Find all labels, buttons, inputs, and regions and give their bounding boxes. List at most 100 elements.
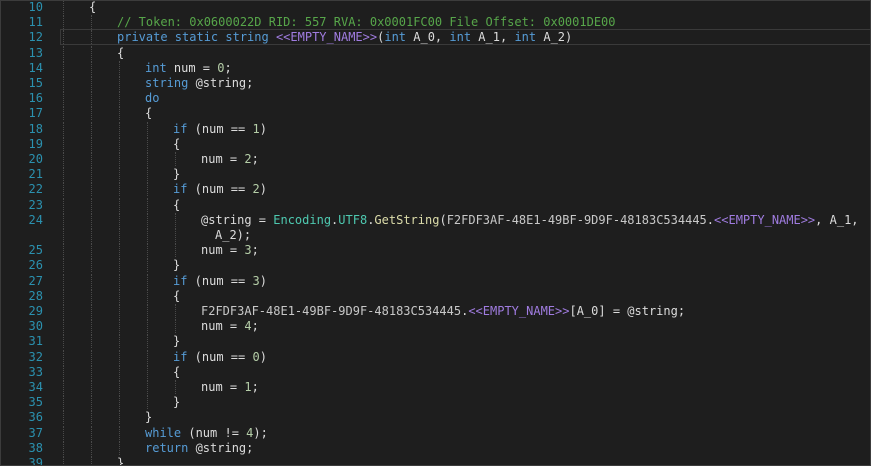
code-line[interactable]: 13 {: [1, 45, 870, 60]
code-text[interactable]: {: [61, 46, 870, 60]
code-token: {: [117, 45, 125, 60]
code-token: {: [89, 0, 97, 14]
code-text[interactable]: // Token: 0x0600022D RID: 557 RVA: 0x000…: [61, 15, 870, 29]
code-text[interactable]: }: [61, 167, 870, 181]
code-text[interactable]: num = 4;: [61, 319, 870, 333]
code-text[interactable]: if (num == 2): [61, 182, 870, 196]
code-text[interactable]: {: [61, 137, 870, 151]
code-token: A_2): [536, 30, 573, 45]
code-text[interactable]: if (num == 3): [61, 274, 870, 288]
code-token: A_0,: [406, 30, 450, 45]
code-text[interactable]: }: [61, 334, 870, 348]
code-line[interactable]: 39}: [1, 456, 870, 466]
line-number: 38: [28, 440, 43, 455]
code-token: 2: [244, 152, 252, 166]
code-line[interactable]: 23 {: [1, 197, 870, 212]
code-token: string: [145, 76, 189, 90]
code-text[interactable]: A_2);: [61, 228, 870, 242]
code-token: );: [253, 425, 268, 440]
code-text[interactable]: num = 1;: [61, 380, 870, 394]
code-text[interactable]: {: [61, 365, 870, 379]
code-line[interactable]: 10 {: [1, 0, 870, 14]
line-number: 18: [28, 121, 43, 136]
code-text[interactable]: int num = 0;: [61, 61, 870, 75]
code-token: return: [145, 440, 189, 455]
code-token: ;: [251, 380, 259, 394]
code-token: num =: [201, 243, 245, 258]
code-line[interactable]: 38 return @string;: [1, 440, 870, 455]
code-token: num =: [166, 60, 218, 75]
code-token: @string;: [188, 76, 254, 90]
code-token: {: [173, 197, 181, 212]
code-line[interactable]: 25 num = 3;: [1, 243, 870, 258]
code-editor[interactable]: 10{11// Token: 0x0600022D RID: 557 RVA: …: [0, 0, 871, 466]
code-line[interactable]: 32 if (num == 0): [1, 349, 870, 364]
code-line[interactable]: 17 {: [1, 106, 870, 121]
code-line[interactable]: 21}: [1, 167, 870, 182]
line-number: 10: [28, 0, 43, 14]
line-number: 15: [28, 76, 43, 90]
code-text[interactable]: @string = Encoding.UTF8.GetString(F2FDF3…: [61, 213, 870, 227]
code-line[interactable]: 22 if (num == 2): [1, 182, 870, 197]
code-line[interactable]: 14 int num = 0;: [1, 60, 870, 75]
code-text[interactable]: num = 3;: [61, 243, 870, 257]
line-number: 39: [28, 456, 43, 466]
code-token: {: [173, 288, 181, 303]
code-token: (: [439, 212, 447, 227]
code-line[interactable]: 36}: [1, 410, 870, 425]
code-line[interactable]: 31}: [1, 334, 870, 349]
code-line[interactable]: 34 num = 1;: [1, 380, 870, 394]
code-token: 4: [244, 319, 252, 334]
code-text[interactable]: {: [61, 0, 870, 14]
code-token: ;: [251, 152, 259, 166]
line-number: 13: [28, 45, 43, 60]
code-token: F2FDF3AF-48E1-49BF-9D9F-48183C534445: [201, 304, 462, 318]
code-text[interactable]: do: [61, 91, 870, 105]
code-line[interactable]: 15 string @string;: [1, 76, 870, 90]
code-line[interactable]: 33 {: [1, 364, 870, 379]
code-text[interactable]: num = 2;: [61, 152, 870, 166]
code-token: {: [173, 364, 181, 379]
code-line[interactable]: 16 do: [1, 91, 870, 106]
code-line[interactable]: 12 private static string <<EMPTY_NAME>>(i…: [1, 29, 870, 46]
code-text[interactable]: }: [61, 410, 870, 424]
code-line[interactable]: 29 F2FDF3AF-48E1-49BF-9D9F-48183C534445.<…: [1, 304, 870, 318]
code-token: ): [259, 273, 267, 288]
line-number: 24: [28, 212, 43, 227]
code-token: 1: [244, 380, 252, 394]
code-text[interactable]: {: [61, 289, 870, 303]
line-number: 23: [28, 197, 43, 212]
code-text[interactable]: string @string;: [61, 76, 870, 90]
code-line[interactable]: 28 {: [1, 288, 870, 303]
code-text[interactable]: }: [61, 456, 870, 465]
code-line[interactable]: 27 if (num == 3): [1, 273, 870, 288]
line-number: 33: [28, 364, 43, 379]
code-line[interactable]: 19 {: [1, 136, 870, 151]
code-token: // Token: 0x0600022D RID: 557 RVA: 0x000…: [117, 15, 616, 30]
code-line[interactable]: 20 num = 2;: [1, 152, 870, 166]
code-token: 0: [252, 349, 260, 364]
code-text[interactable]: return @string;: [61, 441, 870, 455]
code-text[interactable]: F2FDF3AF-48E1-49BF-9D9F-48183C534445.<<E…: [61, 304, 870, 318]
code-line[interactable]: 26}: [1, 258, 870, 273]
code-text[interactable]: {: [61, 106, 870, 120]
code-line[interactable]: A_2);: [1, 228, 870, 242]
line-number: 14: [28, 60, 43, 75]
code-text[interactable]: if (num == 1): [61, 122, 870, 136]
code-token: if: [173, 273, 188, 288]
code-text[interactable]: while (num != 4);: [61, 426, 870, 440]
code-token: 3: [244, 243, 252, 258]
code-line[interactable]: 18 if (num == 1): [1, 121, 870, 136]
code-text[interactable]: {: [61, 198, 870, 212]
code-line[interactable]: 37 while (num != 4);: [1, 425, 870, 440]
code-token: num =: [201, 152, 245, 166]
code-text[interactable]: if (num == 0): [61, 350, 870, 364]
code-line[interactable]: 30 num = 4;: [1, 319, 870, 334]
code-token: ): [259, 349, 267, 364]
code-text[interactable]: }: [61, 395, 870, 409]
code-text[interactable]: private static string <<EMPTY_NAME>>(int…: [60, 29, 870, 46]
code-text[interactable]: }: [61, 258, 870, 272]
code-line[interactable]: 35}: [1, 395, 870, 410]
code-line[interactable]: 11 // Token: 0x0600022D RID: 557 RVA: 0x0…: [1, 15, 870, 30]
code-line[interactable]: 24 @string = Encoding.UTF8.GetString(F2FD…: [1, 212, 870, 227]
